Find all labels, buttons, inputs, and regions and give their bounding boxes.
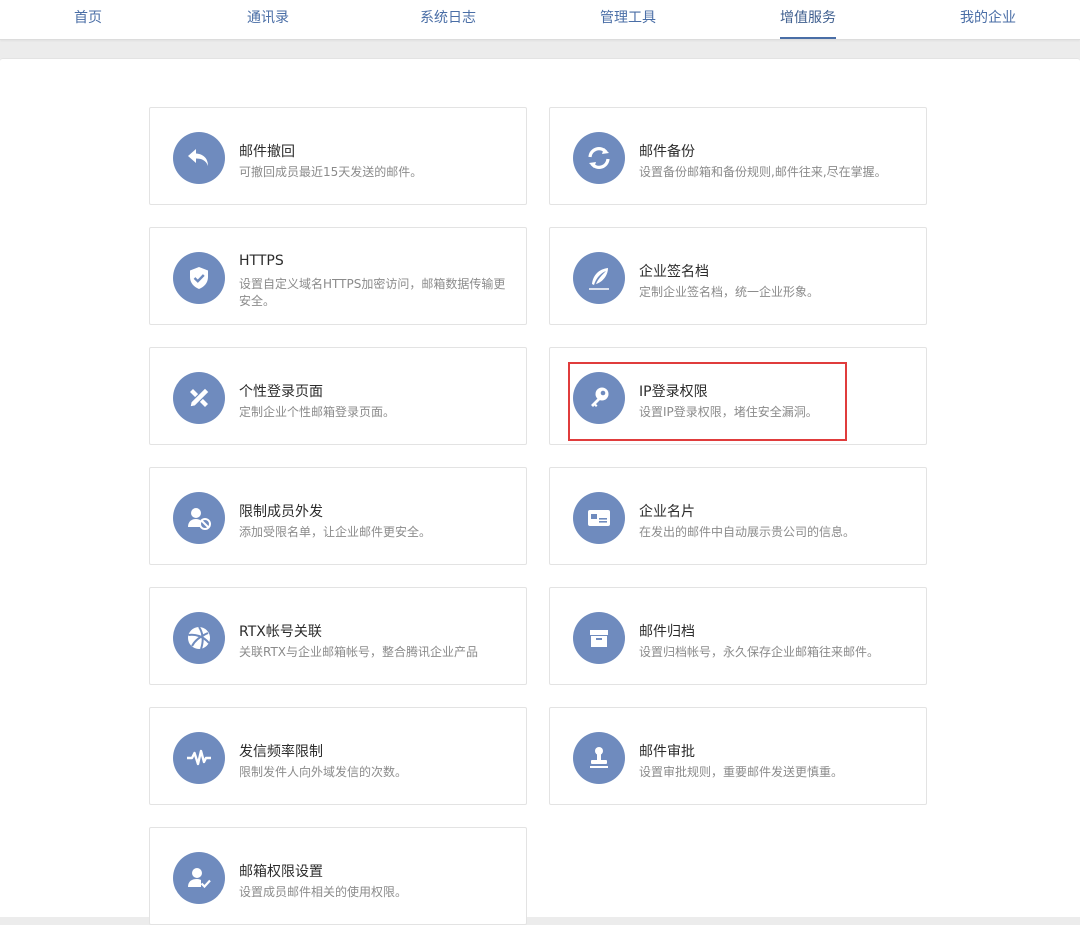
- nav-system-log[interactable]: 系统日志: [420, 0, 476, 37]
- service-card-send-rate-limit[interactable]: 发信频率限制 限制发件人向外域发信的次数。: [149, 707, 527, 805]
- service-card-business-card[interactable]: 企业名片 在发出的邮件中自动展示贵公司的信息。: [549, 467, 927, 565]
- pulse-icon: [173, 732, 225, 784]
- service-desc: 设置成员邮件相关的使用权限。: [239, 885, 408, 899]
- nav-contacts[interactable]: 通讯录: [247, 0, 289, 37]
- key-icon: [573, 372, 625, 424]
- service-title: 邮件备份: [639, 144, 695, 160]
- service-card-mail-archive[interactable]: 邮件归档 设置归档帐号，永久保存企业邮箱往来邮件。: [549, 587, 927, 685]
- service-card-signature[interactable]: 企业签名档 定制企业签名档，统一企业形象。: [549, 227, 927, 325]
- service-title: IP登录权限: [639, 384, 708, 400]
- nav-my-enterprise[interactable]: 我的企业: [960, 0, 1016, 37]
- user-blocked-icon: [173, 492, 225, 544]
- service-title: 限制成员外发: [239, 504, 323, 520]
- service-card-custom-login-page[interactable]: 个性登录页面 定制企业个性邮箱登录页面。: [149, 347, 527, 445]
- service-title: 邮件撤回: [239, 144, 295, 160]
- service-card-mail-approval[interactable]: 邮件审批 设置审批规则，重要邮件发送更慎重。: [549, 707, 927, 805]
- nav-home[interactable]: 首页: [74, 0, 102, 37]
- service-card-mailbox-permissions[interactable]: 邮箱权限设置 设置成员邮件相关的使用权限。: [149, 827, 527, 925]
- service-card-ip-login-permission[interactable]: IP登录权限 设置IP登录权限，堵住安全漏洞。: [549, 347, 927, 445]
- service-desc: 关联RTX与企业邮箱帐号，整合腾讯企业产品: [239, 645, 479, 659]
- service-title: RTX帐号关联: [239, 624, 322, 640]
- service-desc: 设置自定义域名HTTPS加密访问，邮箱数据传输更安全。: [239, 277, 506, 308]
- service-title: 企业签名档: [639, 264, 709, 280]
- nav-admin-tools[interactable]: 管理工具: [600, 0, 656, 37]
- shield-check-icon: [173, 252, 225, 304]
- feather-pen-icon: [573, 252, 625, 304]
- nav-value-added-services[interactable]: 增值服务: [780, 0, 836, 39]
- business-card-icon: [573, 492, 625, 544]
- service-desc: 在发出的邮件中自动展示贵公司的信息。: [639, 525, 856, 539]
- service-desc: 定制企业签名档，统一企业形象。: [639, 285, 820, 299]
- service-desc: 限制发件人向外域发信的次数。: [239, 765, 408, 779]
- service-desc: 设置审批规则，重要邮件发送更慎重。: [639, 765, 844, 779]
- service-card-rtx-link[interactable]: RTX帐号关联 关联RTX与企业邮箱帐号，整合腾讯企业产品: [149, 587, 527, 685]
- rtx-logo-icon: [173, 612, 225, 664]
- service-card-https[interactable]: HTTPS 设置自定义域名HTTPS加密访问，邮箱数据传输更安全。: [149, 227, 527, 325]
- service-desc: 可撤回成员最近15天发送的邮件。: [239, 165, 423, 179]
- service-card-mail-backup[interactable]: 邮件备份 设置备份邮箱和备份规则,邮件往来,尽在掌握。: [549, 107, 927, 205]
- service-title: 邮箱权限设置: [239, 864, 323, 880]
- ruler-pencil-icon: [173, 372, 225, 424]
- service-card-restrict-outgoing[interactable]: 限制成员外发 添加受限名单，让企业邮件更安全。: [149, 467, 527, 565]
- service-desc: 添加受限名单，让企业邮件更安全。: [239, 525, 432, 539]
- top-navigation: 首页 通讯录 系统日志 管理工具 增值服务 我的企业: [0, 0, 1080, 40]
- undo-arrow-icon: [173, 132, 225, 184]
- service-title: 邮件审批: [639, 744, 695, 760]
- user-check-icon: [173, 852, 225, 904]
- service-title: 邮件归档: [639, 624, 695, 640]
- service-title: 发信频率限制: [239, 744, 323, 760]
- sync-icon: [573, 132, 625, 184]
- service-title: HTTPS: [239, 253, 284, 269]
- archive-box-icon: [573, 612, 625, 664]
- service-card-mail-recall[interactable]: 邮件撤回 可撤回成员最近15天发送的邮件。: [149, 107, 527, 205]
- service-desc: 定制企业个性邮箱登录页面。: [239, 405, 396, 419]
- service-desc: 设置归档帐号，永久保存企业邮箱往来邮件。: [639, 645, 880, 659]
- service-desc: 设置IP登录权限，堵住安全漏洞。: [639, 405, 818, 419]
- service-desc: 设置备份邮箱和备份规则,邮件往来,尽在掌握。: [639, 165, 887, 179]
- service-title: 个性登录页面: [239, 384, 323, 400]
- service-title: 企业名片: [639, 504, 695, 520]
- approval-stamp-icon: [573, 732, 625, 784]
